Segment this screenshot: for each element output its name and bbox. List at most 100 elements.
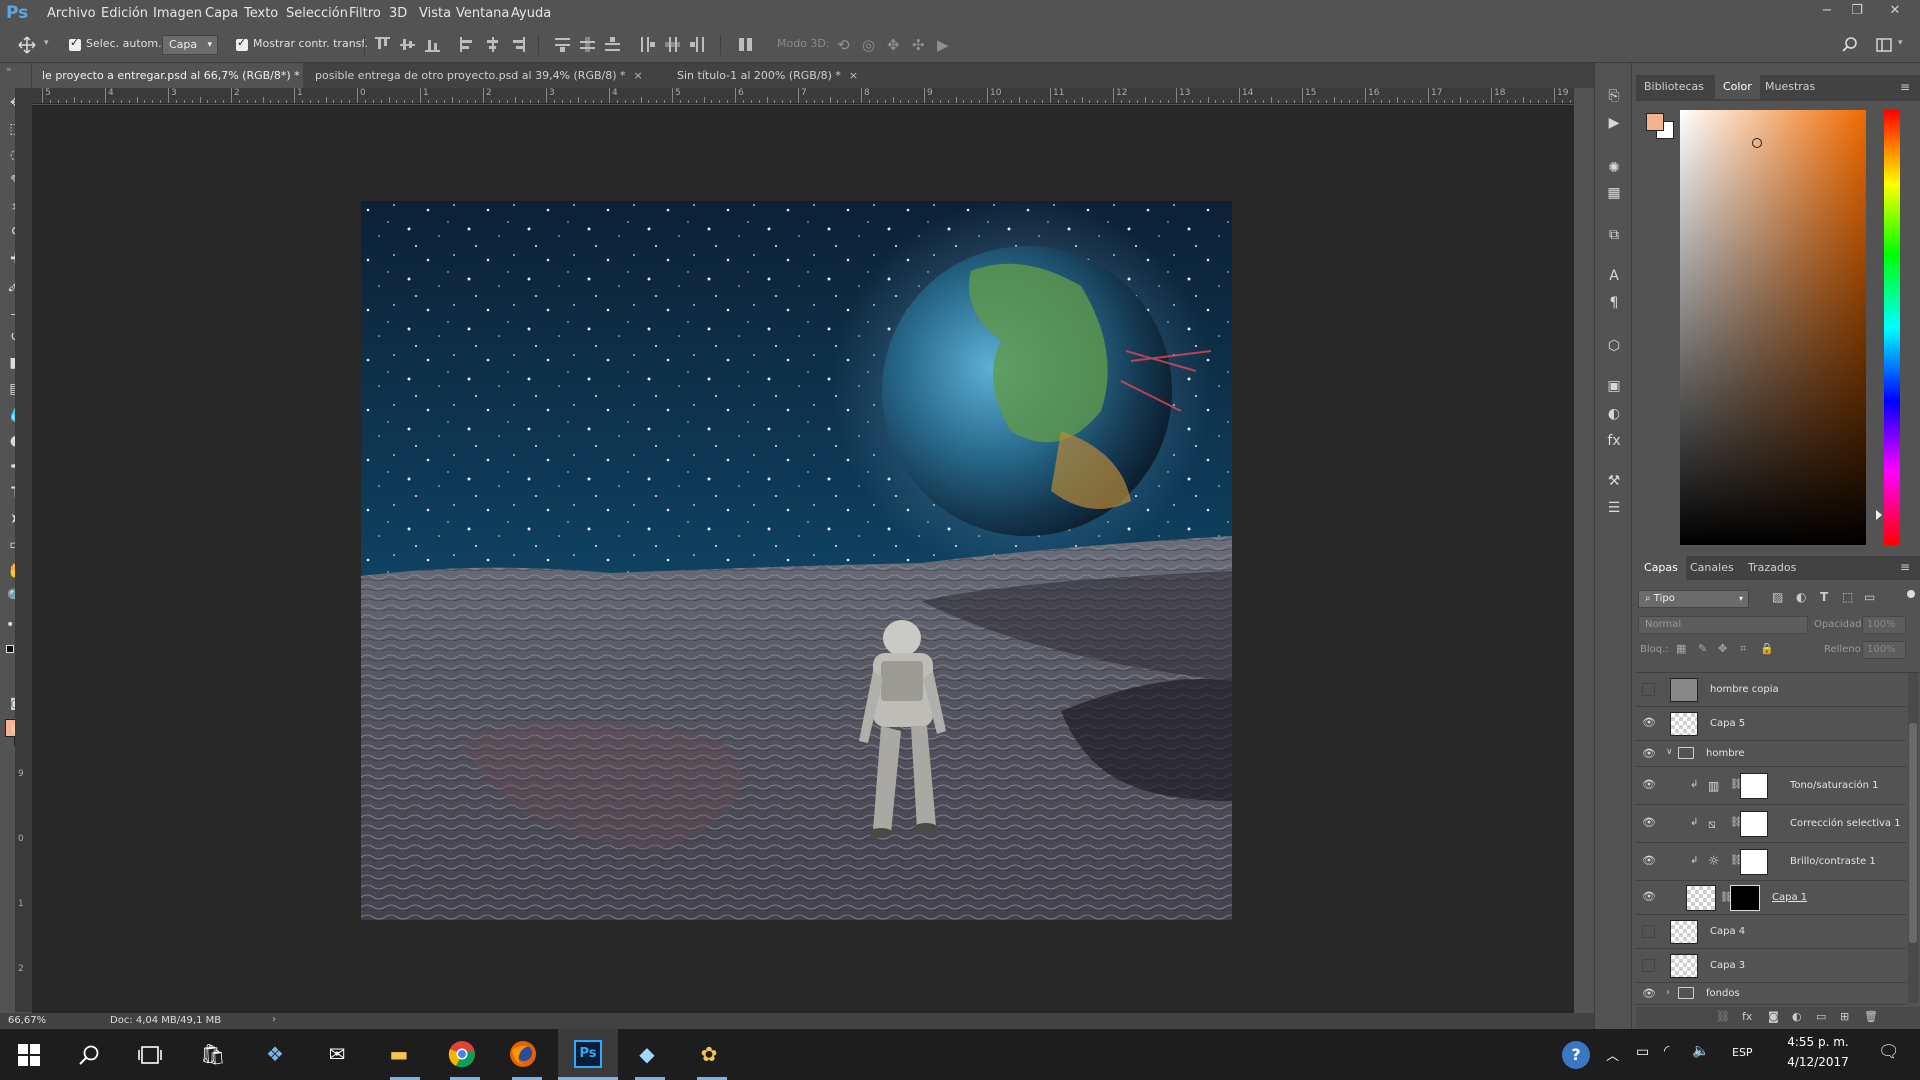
tab-color[interactable]: Color <box>1715 75 1760 99</box>
filter-type-icon[interactable]: T <box>1820 590 1828 604</box>
brushes-settings-icon[interactable]: ✺ <box>1606 160 1622 176</box>
workspace-chevron-icon[interactable]: ▾ <box>1898 38 1903 48</box>
pan-3d-icon[interactable]: ✥ <box>887 36 900 54</box>
distribute-left-icon[interactable] <box>640 37 655 52</box>
firefox-icon[interactable] <box>509 1040 537 1068</box>
menu-vista[interactable]: Vista <box>419 0 451 27</box>
close-tab-icon[interactable]: × <box>849 69 858 82</box>
visibility-toggle-icon[interactable] <box>1642 683 1655 696</box>
layer-mask-thumbnail[interactable] <box>1740 849 1768 875</box>
orbit-3d-icon[interactable]: ⟲ <box>837 36 850 54</box>
layer-capa-1[interactable]: 👁 ⛓ Capa 1 <box>1636 881 1906 915</box>
filter-adjustment-icon[interactable]: ◐ <box>1796 590 1806 604</box>
color-foreground-swatch[interactable] <box>1646 113 1664 131</box>
menu-filtro[interactable]: Filtro <box>349 0 381 27</box>
layer-capa-4[interactable]: Capa 4 <box>1636 915 1906 949</box>
align-vertical-center-icon[interactable] <box>400 37 415 52</box>
distribute-top-icon[interactable] <box>555 37 570 52</box>
history-icon[interactable]: ⎘ <box>1606 88 1622 104</box>
auto-select-checkbox[interactable] <box>69 36 81 51</box>
menu-ventana[interactable]: Ventana <box>456 0 509 27</box>
filter-smart-object-icon[interactable]: ▭ <box>1864 590 1875 604</box>
align-right-icon[interactable] <box>510 37 525 52</box>
properties-icon[interactable]: ▣ <box>1606 378 1622 394</box>
layers-scrollbar[interactable] <box>1908 673 1918 1003</box>
mail-icon[interactable]: ✉ <box>322 1039 352 1069</box>
layer-mask-thumbnail[interactable] <box>1740 773 1768 799</box>
document-canvas[interactable] <box>361 201 1232 920</box>
lock-position-icon[interactable]: ✥ <box>1718 642 1727 655</box>
workspace-icon[interactable] <box>1875 36 1893 54</box>
eye-icon[interactable]: 👁 <box>1642 988 1656 1000</box>
close-window-button[interactable]: ✕ <box>1880 0 1910 22</box>
tab-sin-titulo-1[interactable]: Sin título-1 al 200% (RGB/8) * × <box>667 63 867 88</box>
menu-texto[interactable]: Texto <box>244 0 278 27</box>
restore-button[interactable]: ❐ <box>1842 0 1872 22</box>
actions-play-icon[interactable]: ▶ <box>1606 115 1622 131</box>
tool-preset-chevron-icon[interactable]: ▾ <box>44 38 49 48</box>
lock-transparency-icon[interactable]: ▦ <box>1676 642 1686 655</box>
battery-icon[interactable]: ▭ <box>1636 1044 1649 1060</box>
align-bottom-icon[interactable] <box>425 37 440 52</box>
auto-select-dropdown[interactable]: Capa ▾ <box>162 35 218 55</box>
chevron-right-icon[interactable]: › <box>1666 987 1670 998</box>
notifications-icon[interactable]: 🗨 <box>1878 1042 1900 1062</box>
layer-tono-saturacion-1[interactable]: 👁 ↲ ▥ ⛓ Tono/saturación 1 <box>1636 767 1906 805</box>
lock-artboard-icon[interactable]: ⌗ <box>1740 642 1746 656</box>
app-paint-icon[interactable]: ✿ <box>694 1039 724 1069</box>
collapse-toolbox-icon[interactable]: » <box>6 65 12 75</box>
move-tool-icon[interactable] <box>18 36 36 54</box>
help-icon[interactable]: ? <box>1562 1041 1590 1069</box>
auto-align-icon[interactable] <box>738 37 753 52</box>
ruler-corner[interactable] <box>15 88 32 104</box>
align-top-icon[interactable] <box>375 37 390 52</box>
layer-filter-dropdown[interactable]: ⌕ Tipo ▾ <box>1638 590 1749 608</box>
align-left-icon[interactable] <box>460 37 475 52</box>
add-mask-icon[interactable]: ◙ <box>1768 1010 1779 1023</box>
horizontal-ruler[interactable]: 5 4 3 2 1 0 1 2 3 4 5 6 7 8 9 10 11 12 13 14 15 16 17 18 19 <box>32 88 1574 104</box>
vertical-ruler[interactable]: 9 0 1 2 <box>15 104 32 1012</box>
file-explorer-icon[interactable]: ▬ <box>384 1039 414 1069</box>
zoom-level[interactable]: 66,67% <box>8 1015 46 1026</box>
menu-seleccion[interactable]: Selección <box>286 0 348 27</box>
store-icon[interactable]: 🛍 <box>198 1039 228 1069</box>
layer-mask-thumbnail[interactable] <box>1730 885 1760 911</box>
search-icon[interactable] <box>1841 36 1859 54</box>
paragraph-icon[interactable]: ¶ <box>1606 295 1622 311</box>
photoshop-taskbar-button[interactable]: Ps <box>558 1029 618 1080</box>
app-icon[interactable]: ◆ <box>632 1039 662 1069</box>
tab-bibliotecas[interactable]: Bibliotecas <box>1636 75 1712 99</box>
distribute-right-icon[interactable] <box>690 37 705 52</box>
filter-toggle-icon[interactable] <box>1907 590 1915 598</box>
search-icon[interactable] <box>78 1044 100 1066</box>
scrollbar-thumb[interactable] <box>1909 723 1917 943</box>
volume-icon[interactable]: 🔈 <box>1692 1043 1709 1059</box>
opacity-input[interactable]: 100% <box>1862 616 1906 634</box>
new-group-icon[interactable]: ▭ <box>1816 1010 1826 1023</box>
status-menu-arrow-icon[interactable]: › <box>272 1014 276 1025</box>
lock-pixels-icon[interactable]: ✎ <box>1698 642 1707 655</box>
hue-slider[interactable] <box>1884 110 1900 545</box>
clone-source-icon[interactable]: ⧉ <box>1606 227 1622 243</box>
layer-group-fondos[interactable]: 👁 › fondos <box>1636 983 1906 1005</box>
layer-capa-5[interactable]: 👁 Capa 5 <box>1636 707 1906 741</box>
show-transform-checkbox[interactable] <box>236 36 248 51</box>
tab-capas[interactable]: Capas <box>1636 556 1686 580</box>
task-view-icon[interactable] <box>138 1045 162 1065</box>
eye-icon[interactable]: 👁 <box>1642 855 1656 867</box>
windows-start-icon[interactable] <box>18 1044 40 1066</box>
brush-presets-icon[interactable]: ▦ <box>1606 185 1622 201</box>
menu-imagen[interactable]: Imagen <box>153 0 202 27</box>
filter-shape-icon[interactable]: ⬚ <box>1842 590 1853 604</box>
clock-date[interactable]: 4/12/2017 <box>1778 1055 1858 1069</box>
hue-slider-handle[interactable] <box>1876 510 1882 520</box>
tab-posible-entrega[interactable]: posible entrega de otro proyecto.psd al … <box>305 63 665 88</box>
layer-brillo-contraste-1[interactable]: 👁 ↲ ☼ ⛓ Brillo/contraste 1 <box>1636 843 1906 881</box>
dropbox-icon[interactable]: ❖ <box>260 1039 290 1069</box>
eye-icon[interactable]: 👁 <box>1642 717 1656 729</box>
scale-3d-icon[interactable]: ▶ <box>937 36 949 54</box>
tab-trazados[interactable]: Trazados <box>1740 556 1804 580</box>
menu-ayuda[interactable]: Ayuda <box>511 0 551 27</box>
trash-icon[interactable]: 🗑 <box>1864 1010 1878 1023</box>
sliders-icon[interactable]: ☰ <box>1606 500 1622 516</box>
